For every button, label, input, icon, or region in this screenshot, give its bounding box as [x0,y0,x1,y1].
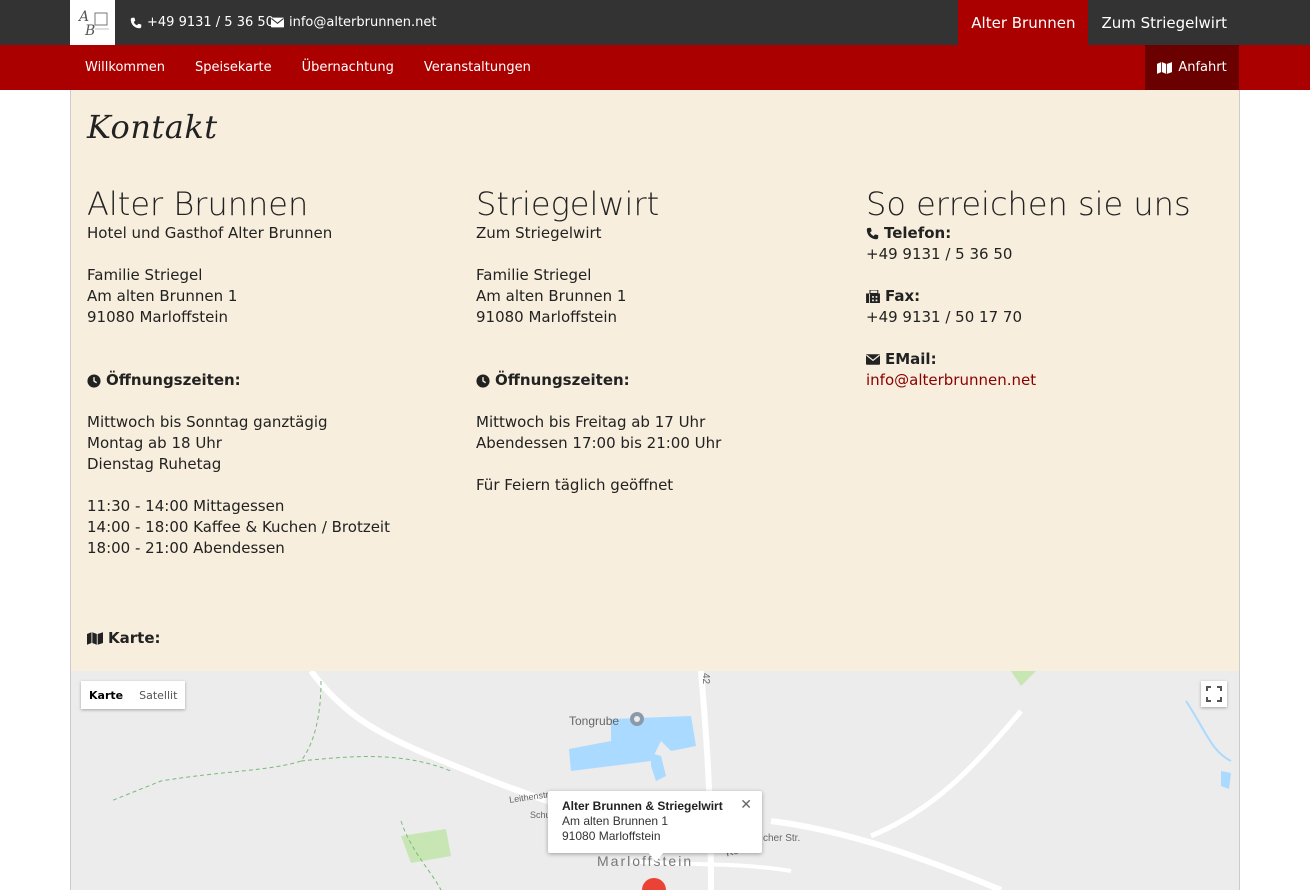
header-email-text: info@alterbrunnen.net [289,15,437,30]
fax-icon [866,290,880,303]
hours-label-text: Öffnungszeiten: [495,371,630,389]
nav-item-anfahrt[interactable]: Anfahrt [1145,45,1239,90]
info-window-pointer [648,852,664,862]
clock-icon [476,373,490,388]
park-area [1011,671,1036,686]
road [870,709,1023,839]
logo[interactable]: A B [70,0,115,45]
hours-line: Abendessen 17:00 bis 21:00 Uhr [476,434,722,452]
nav-item-speisekarte[interactable]: Speisekarte [180,45,287,90]
clock-icon [87,373,101,388]
location-pin-icon[interactable] [642,878,666,890]
nav-item-veranstaltungen[interactable]: Veranstaltungen [409,45,546,90]
map-label: Karte: [87,629,161,647]
road [698,671,714,890]
envelope-icon [271,17,284,28]
striegelwirt-column: Striegelwirt Zum Striegelwirt Familie St… [476,184,846,496]
info-window-line: 91080 Marloffstein [562,829,661,843]
alter-brunnen-column: Alter Brunnen Hotel und Gasthof Alter Br… [87,184,457,559]
logo-mark-icon: A B [77,9,109,39]
striegelwirt-heading: Striegelwirt [476,185,660,223]
info-window-close-button[interactable]: ✕ [740,797,752,812]
map-town-label: Marloffstein [597,853,694,869]
map-info-window: Alter Brunnen & Striegelwirt Am alten Br… [548,791,762,853]
main-nav: Willkommen Speisekarte Übernachtung Vera… [0,45,1310,90]
hours-label: Öffnungszeiten: [476,370,846,391]
pond [651,753,666,781]
embedded-map[interactable]: Tongrube 42 Leithenstr. Schu Ro cher Str… [71,671,1239,890]
celebration-note: Für Feiern täglich geöffnet [476,476,674,494]
email-link[interactable]: info@alterbrunnen.net [866,371,1036,389]
fullscreen-button[interactable] [1201,681,1227,707]
map-type-control: Karte Satellit [81,681,186,709]
park-area [401,829,451,863]
address-line: Am alten Brunnen 1 [87,287,238,305]
tab-zum-striegelwirt[interactable]: Zum Striegelwirt [1088,0,1240,45]
map-place-tongrube: Tongrube [569,714,620,728]
header-phone[interactable]: +49 9131 / 5 36 50 [130,0,274,45]
map-road-number: 42 [700,672,712,685]
header-phone-text: +49 9131 / 5 36 50 [147,15,274,30]
hours-label: Öffnungszeiten: [87,370,457,391]
hours-line: Mittwoch bis Sonntag ganztägig [87,413,328,431]
fax-label: Fax: [866,286,1236,307]
hours-label-text: Öffnungszeiten: [106,371,241,389]
stream [1185,700,1232,762]
top-bar: A B +49 9131 / 5 36 50 info@alterbrunnen… [0,0,1310,45]
phone-label: Telefon: [866,223,1236,244]
nav-item-willkommen[interactable]: Willkommen [70,45,180,90]
fullscreen-icon [1206,686,1222,702]
nav-anfahrt-label: Anfahrt [1178,60,1227,75]
phone-value[interactable]: +49 9131 / 5 36 50 [866,244,1236,265]
address-line: Familie Striegel [476,266,592,284]
email-label: EMail: [866,349,1236,370]
time-line: 11:30 - 14:00 Mittagessen [87,497,285,515]
phone-label-text: Telefon: [884,224,952,242]
time-line: 18:00 - 21:00 Abendessen [87,539,285,557]
header-email[interactable]: info@alterbrunnen.net [271,0,436,45]
map-street-label: cher Str. [763,833,801,844]
svg-text:B: B [84,23,95,39]
striegelwirt-subtitle: Zum Striegelwirt [476,224,602,242]
pond [1221,771,1231,789]
nav-item-uebernachtung[interactable]: Übernachtung [287,45,409,90]
map-icon [87,631,103,645]
reach-column: So erreichen sie uns Telefon: +49 9131 /… [866,184,1236,391]
address-line: Familie Striegel [87,266,203,284]
fax-label-text: Fax: [885,287,921,305]
address-line: 91080 Marloffstein [476,308,618,326]
address-line: Am alten Brunnen 1 [476,287,627,305]
alter-brunnen-subtitle: Hotel und Gasthof Alter Brunnen [87,224,333,242]
alter-brunnen-heading: Alter Brunnen [87,185,309,223]
map-icon [1157,61,1173,74]
phone-icon [866,227,879,240]
site-tabs: Alter Brunnen Zum Striegelwirt [958,0,1240,45]
tab-alter-brunnen[interactable]: Alter Brunnen [958,0,1089,45]
trail [300,756,452,772]
hours-line: Dienstag Ruhetag [87,455,222,473]
phone-icon [130,17,142,28]
content-panel: Kontakt Alter Brunnen Hotel und Gasthof … [70,90,1240,890]
hours-line: Montag ab 18 Uhr [87,434,222,452]
map-label-text: Karte: [108,629,161,647]
info-window-title: Alter Brunnen & Striegelwirt [562,799,723,813]
address-line: 91080 Marloffstein [87,308,229,326]
map-type-satellite-button[interactable]: Satellit [131,681,185,709]
reach-heading: So erreichen sie uns [866,185,1191,223]
page-title: Kontakt [87,108,218,146]
info-window-line: Am alten Brunnen 1 [562,814,669,828]
fax-value: +49 9131 / 50 17 70 [866,308,1022,326]
hours-line: Mittwoch bis Freitag ab 17 Uhr [476,413,706,431]
envelope-icon [866,354,880,365]
time-line: 14:00 - 18:00 Kaffee & Kuchen / Brotzeit [87,518,390,536]
email-label-text: EMail: [885,350,937,368]
map-type-map-button[interactable]: Karte [81,681,131,709]
